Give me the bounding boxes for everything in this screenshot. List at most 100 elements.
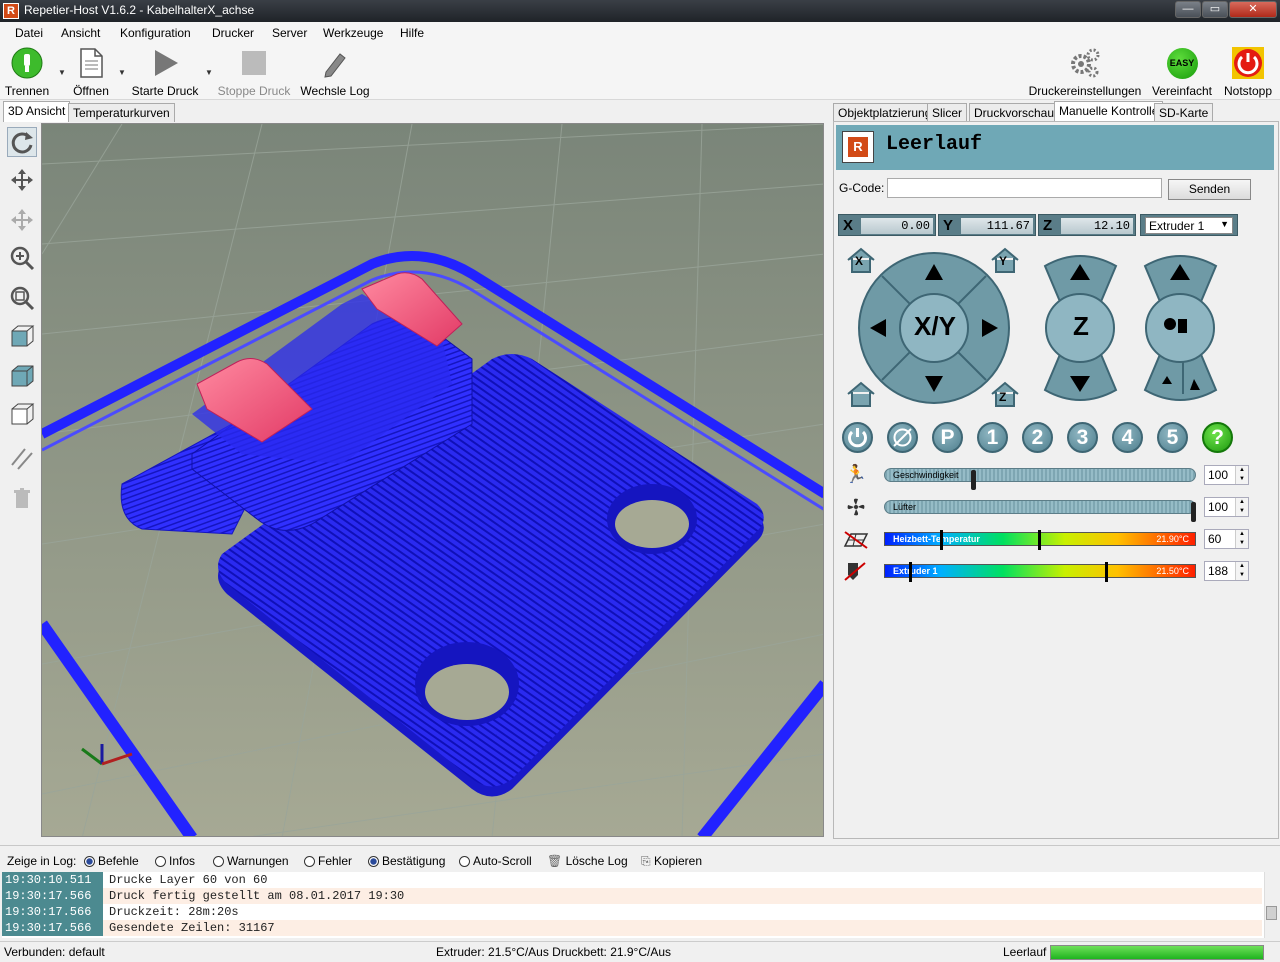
rotate-icon[interactable] — [7, 127, 37, 157]
power-button[interactable] — [842, 422, 873, 453]
log-list[interactable]: 19:30:10.511 Drucke Layer 60 von 60 19:30… — [2, 872, 1264, 938]
chevron-down-icon: ▼ — [1220, 219, 1229, 229]
log-autoscroll-toggle[interactable]: Auto-Scroll — [459, 854, 532, 868]
toggle-log-button[interactable]: Wechsle Log — [300, 46, 370, 98]
y-position-value: 111.67 — [961, 218, 1033, 234]
3d-viewport[interactable] — [41, 123, 824, 837]
spin-arrows-icon[interactable]: ▲ ▼ — [1235, 466, 1248, 484]
y-position-display: Y 111.67 — [938, 214, 1036, 236]
fan-slider-thumb[interactable] — [1191, 502, 1196, 522]
preset-2-button[interactable]: 2 — [1022, 422, 1053, 453]
preset-5-button[interactable]: 5 — [1157, 422, 1188, 453]
menu-server[interactable]: Server — [272, 26, 307, 40]
log-warnings-toggle[interactable]: Warnungen — [213, 854, 289, 868]
extruder-target-input[interactable]: 188 ▲ ▼ — [1204, 561, 1249, 581]
minimize-button[interactable]: — — [1175, 1, 1201, 18]
preset-3-button[interactable]: 3 — [1067, 422, 1098, 453]
log-commands-toggle[interactable]: Befehle — [84, 854, 139, 868]
tab-sd-card[interactable]: SD-Karte — [1154, 103, 1214, 122]
tab-object-placement[interactable]: Objektplatzierung — [833, 103, 937, 122]
trash-icon[interactable] — [7, 483, 37, 513]
z-pad-label[interactable]: Z — [1063, 311, 1099, 342]
fan-input[interactable]: 100 ▲ ▼ — [1204, 497, 1249, 517]
log-errors-toggle[interactable]: Fehler — [304, 854, 352, 868]
parallel-view-icon[interactable] — [7, 443, 37, 473]
log-row: 19:30:17.566 Gesendete Zeilen: 31167 — [2, 920, 1262, 936]
preset-4-button[interactable]: 4 — [1112, 422, 1143, 453]
tab-temperature-curves[interactable]: Temperaturkurven — [68, 103, 175, 122]
clear-log-button[interactable]: 🗑 Lösche Log — [547, 854, 628, 868]
zoom-icon[interactable] — [7, 243, 37, 273]
spin-arrows-icon[interactable]: ▲ ▼ — [1235, 498, 1248, 516]
menu-drucker[interactable]: Drucker — [212, 26, 254, 40]
bed-target-marker[interactable] — [1038, 530, 1041, 550]
extruder-target-marker[interactable] — [1105, 562, 1108, 582]
move-object-icon[interactable] — [7, 205, 37, 235]
iso-view-icon[interactable] — [7, 321, 37, 351]
zoom-fit-icon[interactable] — [7, 283, 37, 313]
open-button[interactable]: Öffnen — [70, 46, 112, 98]
menu-konfiguration[interactable]: Konfiguration — [120, 26, 191, 40]
log-ack-toggle[interactable]: Bestätigung — [368, 854, 445, 868]
tab-3d-view[interactable]: 3D Ansicht — [3, 101, 71, 122]
tab-print-preview[interactable]: Druckvorschau — [969, 103, 1060, 122]
park-button[interactable]: P — [932, 422, 963, 453]
maximize-button[interactable]: ▭ — [1202, 1, 1228, 18]
toggle-indicator-icon — [155, 856, 166, 867]
home-all-icon — [847, 381, 875, 407]
speed-slider-thumb[interactable] — [971, 470, 976, 490]
extruder-jog-pad — [1143, 255, 1218, 401]
power-plug-icon — [10, 46, 44, 80]
front-view-icon[interactable] — [7, 361, 37, 391]
menu-hilfe[interactable]: Hilfe — [400, 26, 424, 40]
easy-mode-button[interactable]: EASY Vereinfacht — [1150, 46, 1214, 98]
emergency-stop-button[interactable]: Notstopp — [1220, 46, 1276, 98]
menu-bar: Datei Ansicht Konfiguration Drucker Serv… — [0, 22, 1280, 44]
xy-pad-label[interactable]: X/Y — [905, 311, 965, 342]
preset-1-button[interactable]: 1 — [977, 422, 1008, 453]
log-infos-toggle[interactable]: Infos — [155, 854, 195, 868]
send-button[interactable]: Senden — [1168, 179, 1251, 200]
close-button[interactable]: ✕ — [1229, 1, 1277, 18]
start-dropdown-icon[interactable]: ▼ — [205, 68, 213, 77]
connection-status: Verbunden: default — [4, 945, 105, 959]
help-button[interactable]: ? — [1202, 422, 1233, 453]
motors-off-button[interactable] — [887, 422, 918, 453]
tab-slicer[interactable]: Slicer — [927, 103, 968, 122]
speed-slider[interactable]: Geschwindigkeit — [884, 468, 1196, 490]
extruder-temp-slider[interactable]: Extruder 1 21.50°C — [884, 562, 1196, 582]
stop-print-button[interactable]: Stoppe Druck — [216, 46, 292, 98]
open-dropdown-icon[interactable]: ▼ — [118, 68, 126, 77]
fan-row: Lüfter 100 ▲ ▼ — [840, 494, 1255, 522]
gcode-input[interactable] — [887, 178, 1162, 198]
copy-log-button[interactable]: ⎘ Kopieren — [641, 854, 702, 869]
disconnect-dropdown-icon[interactable]: ▼ — [58, 68, 66, 77]
view-tools — [2, 123, 40, 837]
menu-datei[interactable]: Datei — [15, 26, 43, 40]
x-position-value: 0.00 — [861, 218, 933, 234]
home-y-label[interactable]: Y — [999, 254, 1007, 268]
home-z-label[interactable]: Z — [999, 390, 1006, 404]
home-x-label[interactable]: X — [855, 254, 863, 268]
menu-ansicht[interactable]: Ansicht — [61, 26, 100, 40]
bed-temp-slider[interactable]: Heizbett-Temperatur 21.90°C — [884, 530, 1196, 550]
disconnect-button[interactable]: Trennen — [4, 46, 50, 98]
extruder-select[interactable]: Extruder 1 ▼ — [1145, 217, 1233, 234]
z-position-display: Z 12.10 — [1038, 214, 1136, 236]
stop-icon — [237, 46, 271, 80]
extruder-temp-row: Extruder 1 21.50°C 188 ▲ ▼ — [840, 558, 1255, 584]
log-scrollbar[interactable] — [1264, 872, 1278, 938]
speed-input[interactable]: 100 ▲ ▼ — [1204, 465, 1249, 485]
spin-arrows-icon[interactable]: ▲ ▼ — [1235, 562, 1248, 580]
spin-arrows-icon[interactable]: ▲ ▼ — [1235, 530, 1248, 548]
bed-target-input[interactable]: 60 ▲ ▼ — [1204, 529, 1249, 549]
extruder-current-marker — [909, 562, 912, 582]
tab-manual-control[interactable]: Manuelle Kontrolle — [1054, 101, 1164, 122]
side-view-icon[interactable] — [7, 399, 37, 429]
menu-werkzeuge[interactable]: Werkzeuge — [323, 26, 383, 40]
start-print-button[interactable]: Starte Druck — [130, 46, 200, 98]
printer-settings-button[interactable]: Druckereinstellungen — [1028, 46, 1142, 98]
fan-slider[interactable]: Lüfter — [884, 500, 1196, 522]
move-icon[interactable] — [7, 165, 37, 195]
power-icon — [848, 428, 867, 448]
